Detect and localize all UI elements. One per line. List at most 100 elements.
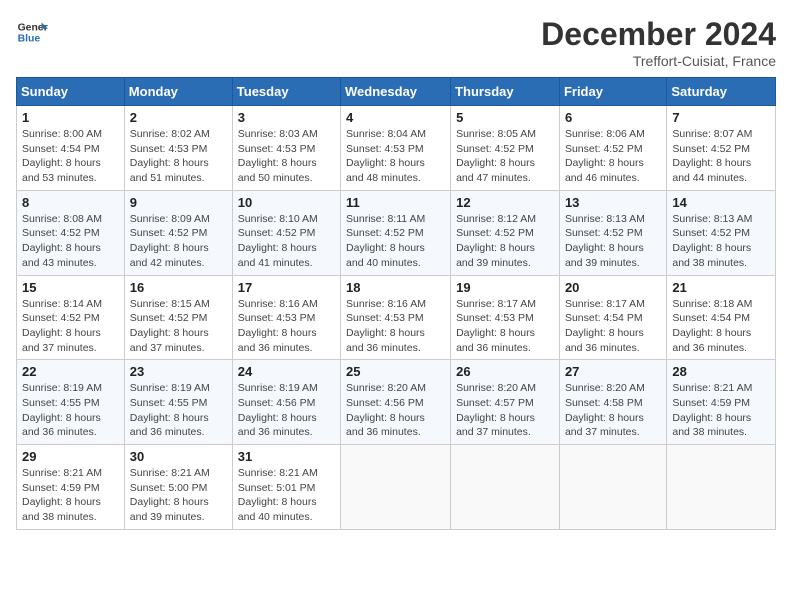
- page-subtitle: Treffort-Cuisiat, France: [541, 53, 776, 69]
- day-info: Sunrise: 8:15 AM Sunset: 4:52 PM Dayligh…: [130, 297, 227, 356]
- calendar-day-cell: 12 Sunrise: 8:12 AM Sunset: 4:52 PM Dayli…: [451, 190, 560, 275]
- calendar-day-cell: 20 Sunrise: 8:17 AM Sunset: 4:54 PM Dayli…: [559, 275, 666, 360]
- day-number: 20: [565, 280, 661, 295]
- calendar-day-cell: 3 Sunrise: 8:03 AM Sunset: 4:53 PM Daylig…: [232, 106, 340, 191]
- calendar-day-cell: 10 Sunrise: 8:10 AM Sunset: 4:52 PM Dayli…: [232, 190, 340, 275]
- day-info: Sunrise: 8:10 AM Sunset: 4:52 PM Dayligh…: [238, 212, 335, 271]
- title-block: December 2024 Treffort-Cuisiat, France: [541, 16, 776, 69]
- dow-header-friday: Friday: [559, 78, 666, 106]
- calendar-day-cell: 22 Sunrise: 8:19 AM Sunset: 4:55 PM Dayli…: [17, 360, 125, 445]
- calendar-week-row: 29 Sunrise: 8:21 AM Sunset: 4:59 PM Dayli…: [17, 445, 776, 530]
- day-number: 5: [456, 110, 554, 125]
- dow-header-thursday: Thursday: [451, 78, 560, 106]
- calendar-day-cell: 14Sunrise: 8:13 AM Sunset: 4:52 PM Dayli…: [667, 190, 776, 275]
- day-number: 8: [22, 195, 119, 210]
- svg-text:Blue: Blue: [18, 34, 41, 45]
- day-number: 3: [238, 110, 335, 125]
- calendar-day-cell: 28 Sunrise: 8:21 AM Sunset: 4:59 PM Dayli…: [667, 360, 776, 445]
- calendar-day-cell: 23Sunrise: 8:19 AM Sunset: 4:55 PM Dayli…: [124, 360, 232, 445]
- dow-header-tuesday: Tuesday: [232, 78, 340, 106]
- day-number: 10: [238, 195, 335, 210]
- calendar-day-cell: 19 Sunrise: 8:17 AM Sunset: 4:53 PM Dayli…: [451, 275, 560, 360]
- day-number: 11: [346, 195, 445, 210]
- day-number: 22: [22, 364, 119, 379]
- day-number: 16: [130, 280, 227, 295]
- day-info: Sunrise: 8:17 AM Sunset: 4:53 PM Dayligh…: [456, 297, 554, 356]
- day-info: Sunrise: 8:21 AM Sunset: 4:59 PM Dayligh…: [672, 381, 770, 440]
- calendar-day-cell: 2 Sunrise: 8:02 AM Sunset: 4:53 PM Daylig…: [124, 106, 232, 191]
- calendar-day-cell: 29 Sunrise: 8:21 AM Sunset: 4:59 PM Dayli…: [17, 445, 125, 530]
- day-info: Sunrise: 8:04 AM Sunset: 4:53 PM Dayligh…: [346, 127, 445, 186]
- day-number: 6: [565, 110, 661, 125]
- dow-header-sunday: Sunday: [17, 78, 125, 106]
- logo-icon: General Blue: [16, 16, 48, 48]
- day-number: 15: [22, 280, 119, 295]
- day-info: Sunrise: 8:21 AM Sunset: 5:00 PM Dayligh…: [130, 466, 227, 525]
- dow-header-saturday: Saturday: [667, 78, 776, 106]
- day-number: 26: [456, 364, 554, 379]
- day-info: Sunrise: 8:06 AM Sunset: 4:52 PM Dayligh…: [565, 127, 661, 186]
- day-info: Sunrise: 8:20 AM Sunset: 4:56 PM Dayligh…: [346, 381, 445, 440]
- day-info: Sunrise: 8:20 AM Sunset: 4:58 PM Dayligh…: [565, 381, 661, 440]
- day-number: 28: [672, 364, 770, 379]
- calendar-day-cell: 31 Sunrise: 8:21 AM Sunset: 5:01 PM Dayli…: [232, 445, 340, 530]
- day-info: Sunrise: 8:14 AM Sunset: 4:52 PM Dayligh…: [22, 297, 119, 356]
- day-number: 27: [565, 364, 661, 379]
- calendar-week-row: 8 Sunrise: 8:08 AM Sunset: 4:52 PM Daylig…: [17, 190, 776, 275]
- calendar-day-cell: 21 Sunrise: 8:18 AM Sunset: 4:54 PM Dayli…: [667, 275, 776, 360]
- day-info: Sunrise: 8:16 AM Sunset: 4:53 PM Dayligh…: [238, 297, 335, 356]
- calendar-week-row: 1Sunrise: 8:00 AM Sunset: 4:54 PM Daylig…: [17, 106, 776, 191]
- calendar-week-row: 22 Sunrise: 8:19 AM Sunset: 4:55 PM Dayli…: [17, 360, 776, 445]
- page-header: General Blue December 2024 Treffort-Cuis…: [16, 16, 776, 69]
- dow-header-wednesday: Wednesday: [341, 78, 451, 106]
- calendar-day-cell: 18Sunrise: 8:16 AM Sunset: 4:53 PM Dayli…: [341, 275, 451, 360]
- empty-cell: [341, 445, 451, 530]
- calendar-week-row: 15 Sunrise: 8:14 AM Sunset: 4:52 PM Dayli…: [17, 275, 776, 360]
- calendar-day-cell: 24Sunrise: 8:19 AM Sunset: 4:56 PM Dayli…: [232, 360, 340, 445]
- empty-cell: [667, 445, 776, 530]
- calendar-day-cell: 30 Sunrise: 8:21 AM Sunset: 5:00 PM Dayli…: [124, 445, 232, 530]
- day-number: 2: [130, 110, 227, 125]
- day-number: 9: [130, 195, 227, 210]
- day-number: 30: [130, 449, 227, 464]
- day-info: Sunrise: 8:00 AM Sunset: 4:54 PM Dayligh…: [22, 127, 119, 186]
- day-info: Sunrise: 8:21 AM Sunset: 4:59 PM Dayligh…: [22, 466, 119, 525]
- calendar-day-cell: 16 Sunrise: 8:15 AM Sunset: 4:52 PM Dayli…: [124, 275, 232, 360]
- day-info: Sunrise: 8:12 AM Sunset: 4:52 PM Dayligh…: [456, 212, 554, 271]
- calendar-day-cell: 17 Sunrise: 8:16 AM Sunset: 4:53 PM Dayli…: [232, 275, 340, 360]
- calendar-day-cell: 9Sunrise: 8:09 AM Sunset: 4:52 PM Daylig…: [124, 190, 232, 275]
- day-info: Sunrise: 8:16 AM Sunset: 4:53 PM Dayligh…: [346, 297, 445, 356]
- day-info: Sunrise: 8:17 AM Sunset: 4:54 PM Dayligh…: [565, 297, 661, 356]
- day-number: 13: [565, 195, 661, 210]
- calendar-day-cell: 8 Sunrise: 8:08 AM Sunset: 4:52 PM Daylig…: [17, 190, 125, 275]
- day-info: Sunrise: 8:13 AM Sunset: 4:52 PM Dayligh…: [672, 212, 770, 271]
- calendar-day-cell: 5 Sunrise: 8:05 AM Sunset: 4:52 PM Daylig…: [451, 106, 560, 191]
- day-info: Sunrise: 8:07 AM Sunset: 4:52 PM Dayligh…: [672, 127, 770, 186]
- empty-cell: [559, 445, 666, 530]
- day-number: 21: [672, 280, 770, 295]
- calendar-day-cell: 26Sunrise: 8:20 AM Sunset: 4:57 PM Dayli…: [451, 360, 560, 445]
- day-info: Sunrise: 8:03 AM Sunset: 4:53 PM Dayligh…: [238, 127, 335, 186]
- empty-cell: [451, 445, 560, 530]
- dow-header-monday: Monday: [124, 78, 232, 106]
- calendar-day-cell: 27 Sunrise: 8:20 AM Sunset: 4:58 PM Dayli…: [559, 360, 666, 445]
- day-number: 7: [672, 110, 770, 125]
- day-info: Sunrise: 8:19 AM Sunset: 4:55 PM Dayligh…: [130, 381, 227, 440]
- day-number: 17: [238, 280, 335, 295]
- day-info: Sunrise: 8:02 AM Sunset: 4:53 PM Dayligh…: [130, 127, 227, 186]
- day-number: 19: [456, 280, 554, 295]
- day-info: Sunrise: 8:11 AM Sunset: 4:52 PM Dayligh…: [346, 212, 445, 271]
- day-info: Sunrise: 8:08 AM Sunset: 4:52 PM Dayligh…: [22, 212, 119, 271]
- day-number: 12: [456, 195, 554, 210]
- day-info: Sunrise: 8:19 AM Sunset: 4:55 PM Dayligh…: [22, 381, 119, 440]
- day-info: Sunrise: 8:21 AM Sunset: 5:01 PM Dayligh…: [238, 466, 335, 525]
- calendar-day-cell: 4 Sunrise: 8:04 AM Sunset: 4:53 PM Daylig…: [341, 106, 451, 191]
- day-number: 4: [346, 110, 445, 125]
- day-number: 29: [22, 449, 119, 464]
- day-info: Sunrise: 8:13 AM Sunset: 4:52 PM Dayligh…: [565, 212, 661, 271]
- day-info: Sunrise: 8:05 AM Sunset: 4:52 PM Dayligh…: [456, 127, 554, 186]
- day-info: Sunrise: 8:18 AM Sunset: 4:54 PM Dayligh…: [672, 297, 770, 356]
- day-number: 31: [238, 449, 335, 464]
- calendar-day-cell: 15 Sunrise: 8:14 AM Sunset: 4:52 PM Dayli…: [17, 275, 125, 360]
- calendar-day-cell: 7 Sunrise: 8:07 AM Sunset: 4:52 PM Daylig…: [667, 106, 776, 191]
